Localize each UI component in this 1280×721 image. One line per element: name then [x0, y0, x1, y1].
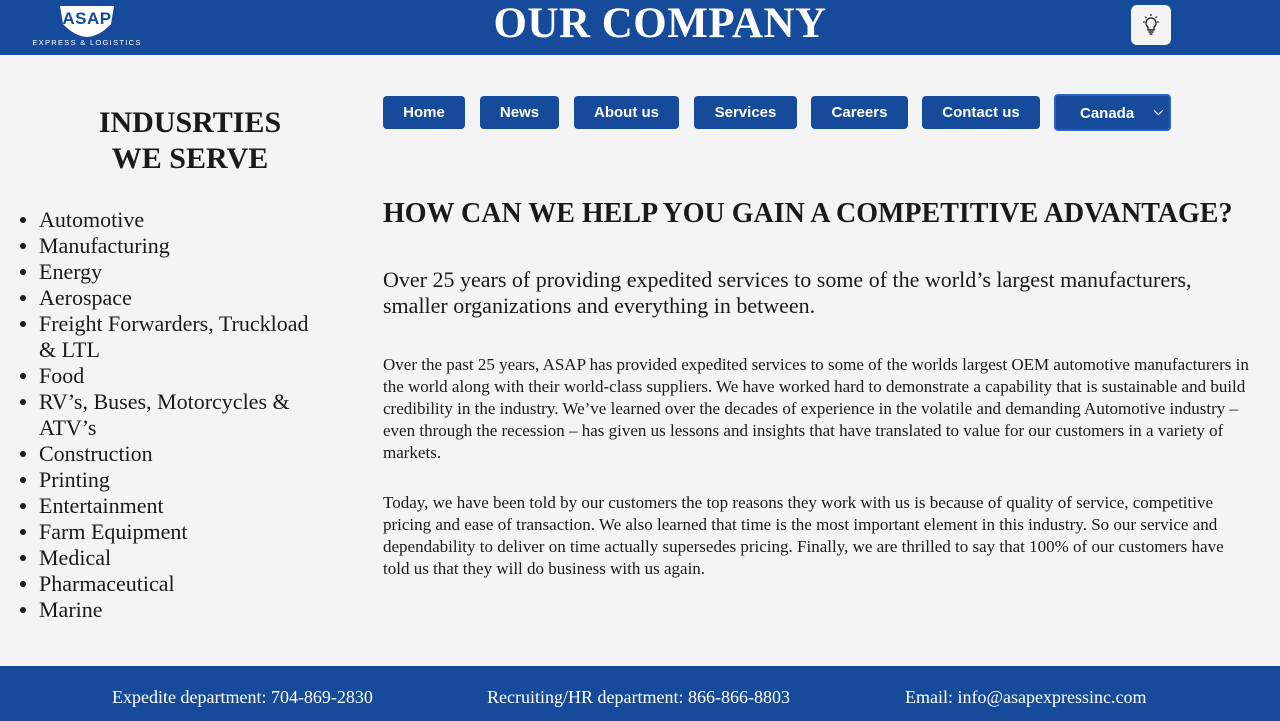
list-item: Construction [20, 441, 329, 467]
sidebar-title: INDUSRTIES WE SERVE [60, 105, 320, 177]
body-paragraph-2: Today, we have been told by our customer… [383, 493, 1224, 578]
page-title: OUR COMPANY [493, 0, 827, 47]
list-item: Printing [20, 467, 329, 493]
nav-home-button[interactable]: Home [383, 96, 465, 129]
list-item: RV’s, Buses, Motorcycles & ATV’s [20, 389, 329, 441]
nav-services-button[interactable]: Services [694, 96, 797, 129]
main-nav: Home News About us Services Careers Cont… [383, 94, 1173, 132]
expedite-phone[interactable]: Expedite department: 704-869-2830 [112, 686, 373, 708]
country-select-value: Canada [1080, 105, 1135, 122]
nav-about-button[interactable]: About us [574, 96, 679, 129]
nav-careers-button[interactable]: Careers [811, 96, 908, 129]
logo-subtitle: EXPRESS & LOGISTICS [32, 38, 142, 47]
sidebar-title-line1: INDUSRTIES [98, 106, 282, 139]
list-item: Marine [20, 597, 329, 623]
list-item: Medical [20, 545, 329, 571]
lead-paragraph: Over 25 years of providing expedited ser… [383, 267, 1192, 318]
theme-toggle-button[interactable] [1131, 5, 1171, 45]
list-item: Freight Forwarders, Truckload & LTL [20, 311, 329, 363]
headline: HOW CAN WE HELP YOU GAIN A COMPETITIVE A… [383, 198, 1233, 229]
logo-text: ASAP [62, 9, 112, 28]
email-link[interactable]: Email: info@asapexpressinc.com [905, 686, 1147, 708]
top-header: ASAP EXPRESS & LOGISTICS OUR COMPANY [0, 0, 1280, 55]
list-item: Energy [20, 259, 329, 285]
sidebar-title-line2: WE SERVE [111, 142, 269, 175]
body-paragraph-1: Over the past 25 years, ASAP has provide… [383, 355, 1249, 462]
footer: Expedite department: 704-869-2830 Recrui… [0, 666, 1280, 721]
recruiting-phone[interactable]: Recruiting/HR department: 866-866-8803 [487, 686, 790, 708]
chevron-down-icon: ⌵ [1153, 104, 1163, 118]
industries-list: Automotive Manufacturing Energy Aerospac… [20, 207, 329, 623]
country-select[interactable]: Canada ⌵ [1054, 94, 1171, 131]
list-item: Entertainment [20, 493, 329, 519]
list-item: Farm Equipment [20, 519, 329, 545]
list-item: Pharmaceutical [20, 571, 329, 597]
nav-contact-button[interactable]: Contact us [922, 96, 1040, 129]
asap-logo[interactable]: ASAP EXPRESS & LOGISTICS [28, 4, 146, 48]
list-item: Automotive [20, 207, 329, 233]
nav-news-button[interactable]: News [480, 96, 559, 129]
list-item: Food [20, 363, 329, 389]
list-item: Manufacturing [20, 233, 329, 259]
lightbulb-icon [1143, 14, 1159, 35]
list-item: Aerospace [20, 285, 329, 311]
